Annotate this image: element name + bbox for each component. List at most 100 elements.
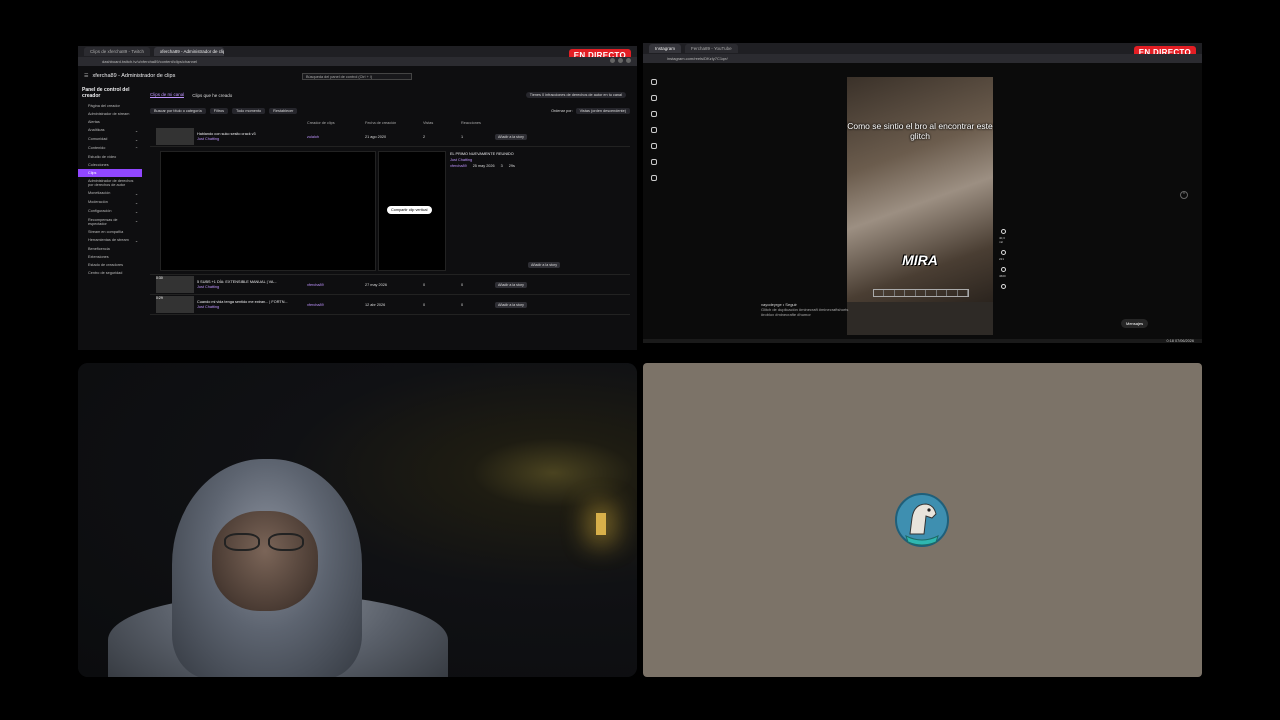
sidebar-item-label: Configuración: [88, 209, 112, 213]
table-row[interactable]: Hablando con suko sesito crack v3 Just Ch…: [150, 127, 630, 147]
sidebar-item[interactable]: Estudio de vídeo: [78, 153, 142, 161]
add-to-story-button[interactable]: Añadir a la story: [495, 133, 527, 140]
sidebar-item[interactable]: Moderación ⌄: [78, 198, 142, 207]
clip-category[interactable]: Just Chatting: [197, 305, 307, 310]
chevron-icon: ⌄: [134, 138, 138, 142]
sidebar-item[interactable]: Analíticas ⌄: [78, 126, 142, 135]
creator-sidebar: Panel de control del creador Página del …: [78, 84, 142, 350]
clip-player[interactable]: [160, 151, 376, 271]
tab-created-clips[interactable]: Clips que he creado: [192, 93, 232, 98]
expanded-info: EL PRIMO NUEVAMENTE REUNIDO Just Chattin…: [450, 151, 515, 169]
tab-channel-clips[interactable]: Clips de mi canal: [150, 92, 185, 98]
clip-creator[interactable]: xfercha89: [307, 303, 365, 307]
reels-icon[interactable]: [651, 95, 657, 101]
col-creator[interactable]: Creador de clips: [307, 121, 365, 127]
glasses: [224, 533, 308, 553]
sidebar-item[interactable]: Página del creador: [78, 102, 142, 110]
sort-select[interactable]: Vistas (orden descendente): [575, 107, 630, 114]
address-bar[interactable]: instagram.com/reels/DKzIy7C1qe/: [643, 54, 1202, 63]
copyright-notice: Tienes 0 infracciones de derechos de aut…: [525, 92, 626, 98]
messages-icon[interactable]: [651, 111, 657, 117]
create-icon[interactable]: [651, 159, 657, 165]
vertical-preview: Compartir clip vertical: [378, 151, 446, 271]
previous-reel-button[interactable]: ⌃: [1180, 191, 1188, 199]
taskbar-date: 07/06/2026: [1174, 339, 1194, 343]
dashboard-search-input[interactable]: Búsqueda del panel de control (Ctrl + /): [302, 73, 412, 80]
url-text: instagram.com/reels/DKzIy7C1qe/: [667, 56, 728, 61]
messages-button[interactable]: Mensajes: [1121, 319, 1149, 328]
clip-thumbnail[interactable]: 0:29: [156, 296, 194, 313]
clip-creator[interactable]: xfercha89: [307, 283, 365, 287]
sidebar-item[interactable]: Configuración ⌄: [78, 207, 142, 216]
clip-date: 21 ago 2020: [365, 134, 387, 139]
sidebar-item-label: Extensiones: [88, 255, 109, 259]
add-to-story-button[interactable]: Añadir a la story: [495, 281, 527, 288]
search-icon[interactable]: [651, 127, 657, 133]
save-icon[interactable]: [1001, 284, 1006, 289]
search-clips-input[interactable]: Buscar por título o categoría: [150, 107, 206, 114]
browser-tab-active[interactable]: Instagram: [649, 44, 682, 53]
page-title: xfercha89 - Administrador de clips: [92, 73, 176, 79]
sidebar-item[interactable]: Administrador de derechos por derechos d…: [78, 177, 142, 189]
sidebar-item[interactable]: Herramientas de stream ⌄: [78, 236, 142, 245]
clip-creator[interactable]: zulaloh: [307, 135, 365, 139]
clip-date: 12 abr 2026: [365, 302, 386, 307]
taskbar-time: 0:18: [1166, 339, 1174, 343]
expanded-duration: 29s: [508, 164, 515, 168]
address-bar[interactable]: dashboard.twitch.tv/u/xfercha89/content/…: [78, 57, 637, 66]
clip-category[interactable]: Just Chatting: [197, 137, 307, 142]
sidebar-item-label: Estado de creadores: [88, 263, 124, 267]
sort-control: Ordenar por: Vistas (orden descendente): [551, 107, 630, 114]
menu-icon[interactable]: ☰: [84, 73, 88, 79]
table-row[interactable]: 0:29 Cuando mi vida tenga sentido me ext…: [150, 295, 630, 315]
sidebar-item[interactable]: Alertas: [78, 118, 142, 126]
sidebar-item[interactable]: Stream en compañía: [78, 228, 142, 236]
extension-icon[interactable]: [610, 58, 615, 63]
reset-button[interactable]: Restablecer: [269, 107, 298, 114]
webcam-feed: [78, 363, 637, 677]
sidebar-item[interactable]: Beneficencia: [78, 245, 142, 253]
like-icon[interactable]: [1001, 229, 1006, 234]
add-to-story-button[interactable]: Añadir a la story: [528, 262, 560, 268]
sidebar-item[interactable]: Estado de creadores: [78, 261, 142, 269]
time-range-button[interactable]: Todo momento: [232, 107, 266, 114]
browser-tab[interactable]: Clips de xfercha89 - Twitch: [84, 47, 150, 56]
clip-thumbnail[interactable]: 0:30: [156, 276, 194, 293]
twitch-window: Clips de xfercha89 - Twitch xfercha89 - …: [78, 46, 637, 350]
dashboard-icon[interactable]: [651, 175, 657, 181]
sidebar-item[interactable]: Administrador de stream: [78, 110, 142, 118]
sidebar-item[interactable]: Extensiones: [78, 253, 142, 261]
sidebar-item[interactable]: Centro de seguridad: [78, 269, 142, 277]
sort-label: Ordenar por:: [551, 108, 573, 113]
sidebar-item[interactable]: Colecciones: [78, 161, 142, 169]
heart-icon[interactable]: [651, 143, 657, 149]
sidebar-item-label: Contenido: [88, 146, 106, 150]
sidebar-item[interactable]: Comunidad ⌄: [78, 135, 142, 144]
extension-icon[interactable]: [618, 58, 623, 63]
clip-thumbnail[interactable]: [156, 128, 194, 145]
clip-title-cell: Cuando mi vida tenga sentido me extran..…: [197, 300, 307, 310]
extension-icon[interactable]: [626, 58, 631, 63]
expanded-creator[interactable]: xfercha89: [450, 163, 467, 169]
col-reactions[interactable]: Reacciones: [461, 121, 495, 127]
expanded-date: 25 may 2026: [472, 164, 495, 168]
chevron-icon: ⌄: [134, 129, 138, 133]
comment-icon[interactable]: [1001, 250, 1006, 255]
table-row[interactable]: 0:30 5 SUBS +1 DÍA: EXTENSIBLE MANUAL | …: [150, 275, 630, 295]
share-vertical-button[interactable]: Compartir clip vertical: [387, 206, 432, 214]
col-views[interactable]: Vistas: [423, 121, 461, 127]
sidebar-item[interactable]: Monetización ⌄: [78, 189, 142, 198]
browser-tab[interactable]: Fercha89 - YouTube: [685, 44, 738, 53]
sidebar-item[interactable]: Recompensas de espectador ⌄: [78, 216, 142, 228]
sidebar-item[interactable]: Contenido ⌃: [78, 144, 142, 153]
home-icon[interactable]: [651, 79, 657, 85]
filters-button[interactable]: Filtros: [209, 107, 229, 114]
share-icon[interactable]: [1001, 267, 1006, 272]
sidebar-item[interactable]: Clips: [78, 169, 142, 177]
clip-category[interactable]: Just Chatting: [197, 285, 307, 290]
reel-video[interactable]: Como se sintio el bro al encontrar este …: [847, 77, 993, 335]
browser-tab-active[interactable]: xfercha89 - Administrador de clips: [153, 47, 224, 56]
col-date[interactable]: Fecha de creación: [365, 121, 423, 127]
add-to-story-button[interactable]: Añadir a la story: [495, 301, 527, 308]
chevron-icon: ⌄: [134, 192, 138, 196]
